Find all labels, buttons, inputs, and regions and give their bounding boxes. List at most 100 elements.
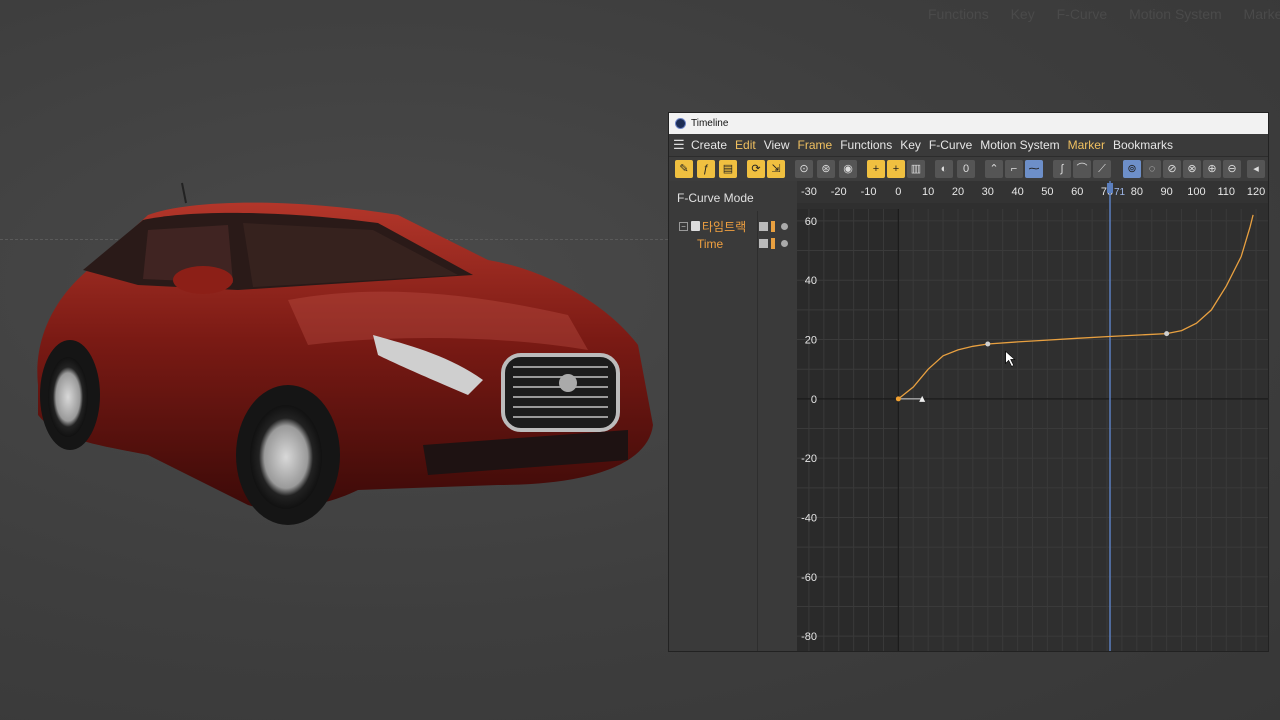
loop-icon[interactable]: ⟳ <box>747 160 765 178</box>
x-tick-label: 20 <box>952 186 964 198</box>
fcurve-graph[interactable]: -30-20-100102030405060708090100110120604… <box>797 181 1268 651</box>
y-tick-label: -40 <box>801 513 817 525</box>
track-state-icon[interactable] <box>759 222 768 231</box>
menu-frame[interactable]: Frame <box>798 134 833 156</box>
eye-icon[interactable]: ◐ <box>935 160 953 178</box>
x-tick-label: -30 <box>801 186 817 198</box>
collapse-icon[interactable]: − <box>679 222 688 231</box>
y-tick-label: 20 <box>805 335 817 347</box>
dopesheet-mode-icon[interactable]: ▤ <box>719 160 737 178</box>
menu-create[interactable]: Create <box>691 134 727 156</box>
spline-flat-icon[interactable]: ⌐ <box>1005 160 1023 178</box>
spline-linear-icon[interactable]: ⁓ <box>1025 160 1043 178</box>
x-tick-label: 30 <box>982 186 994 198</box>
y-tick-label: -60 <box>801 572 817 584</box>
snap-icon[interactable]: ⊛ <box>817 160 835 178</box>
zero-key-icon[interactable]: 0 <box>957 160 975 178</box>
fcurve-line <box>897 214 1254 400</box>
timeline-window[interactable]: Timeline ☰ Create Edit View Frame Functions K… <box>668 112 1269 652</box>
menu-functions[interactable]: Functions <box>840 134 892 156</box>
x-tick-label: 10 <box>922 186 934 198</box>
track-mode-icon[interactable] <box>771 238 775 249</box>
track-object-icon <box>691 221 700 231</box>
y-tick-label: -20 <box>801 453 817 465</box>
panel-divider <box>757 211 758 651</box>
break-tangent-icon[interactable]: ◌ <box>1143 160 1161 178</box>
overshoot-icon[interactable]: ⊖ <box>1223 160 1241 178</box>
record-icon[interactable]: ◉ <box>839 160 857 178</box>
toolbar-more-icon[interactable]: ◂ <box>1247 160 1265 178</box>
x-tick-label: 40 <box>1011 186 1023 198</box>
lock-tangent-icon[interactable]: ⊘ <box>1163 160 1181 178</box>
x-tick-label: 120 <box>1247 186 1265 198</box>
titlebar[interactable]: Timeline <box>669 113 1268 134</box>
track-mode-icon[interactable] <box>771 221 775 232</box>
fcurve-mode-icon[interactable]: ƒ <box>697 160 715 178</box>
hamburger-icon[interactable]: ☰ <box>673 134 685 156</box>
ease-in-icon[interactable]: ⌒ <box>1073 160 1091 178</box>
bg-menu-item: Motion System <box>1129 6 1222 22</box>
spline-peak-icon[interactable]: ⌃ <box>985 160 1003 178</box>
cinema4d-icon <box>675 118 686 129</box>
bg-menu-item: Marke <box>1243 6 1280 22</box>
y-tick-label: 0 <box>811 394 817 406</box>
clamp-icon[interactable]: ⊕ <box>1203 160 1221 178</box>
car-wheel-rear <box>40 340 100 450</box>
ease-icon[interactable]: ∫ <box>1053 160 1071 178</box>
menu-bookmarks[interactable]: Bookmarks <box>1113 134 1173 156</box>
auto-tangent-icon[interactable]: ⊗ <box>1183 160 1201 178</box>
menu-f-curve[interactable]: F-Curve <box>929 134 972 156</box>
track-object-name: 타임트랙 <box>702 220 747 234</box>
ease-out-icon[interactable]: ⟋ <box>1093 160 1111 178</box>
frame-all-icon[interactable]: ⇲ <box>767 160 785 178</box>
fcurve-chart[interactable]: -30-20-100102030405060708090100110120604… <box>797 181 1268 651</box>
tangent-icon[interactable]: ⊚ <box>1123 160 1141 178</box>
x-tick-label: 90 <box>1161 186 1173 198</box>
mode-label: F-Curve Mode <box>677 191 754 205</box>
zoom-icon[interactable]: ⊙ <box>795 160 813 178</box>
x-tick-label: 50 <box>1041 186 1053 198</box>
x-tick-label: 80 <box>1131 186 1143 198</box>
bar-chart-icon[interactable]: ▥ <box>907 160 925 178</box>
track-visibility-icon[interactable] <box>781 240 788 247</box>
playhead-handle <box>1107 183 1114 193</box>
car-mirror <box>173 266 233 294</box>
track-row-param[interactable]: Time <box>669 236 797 252</box>
track-panel: F-Curve Mode − 타임트랙 Time <box>669 181 798 651</box>
x-tick-label: 110 <box>1217 186 1235 198</box>
keyframe-point <box>1164 331 1170 337</box>
menu-view[interactable]: View <box>764 134 790 156</box>
menu-key[interactable]: Key <box>900 134 921 156</box>
menu-marker[interactable]: Marker <box>1068 134 1105 156</box>
keyframe-point <box>895 396 901 402</box>
bg-menu-item: Key <box>1010 6 1035 22</box>
playhead-label: 71 <box>1114 187 1126 198</box>
x-tick-label: -10 <box>861 186 877 198</box>
x-tick-label: 60 <box>1071 186 1083 198</box>
toolbar: ✎ ƒ ▤ ⟳ ⇲ ⊙ ⊛ ◉ + + ▥ ◐ 0 ⌃ ⌐ ⁓ ∫ ⌒ ⟋ ⊚ … <box>669 156 1268 182</box>
bg-menu-item: Functions <box>928 6 989 22</box>
menubar: ☰ Create Edit View Frame Functions Key F-Curve… <box>669 134 1268 156</box>
add-track-icon[interactable]: + <box>887 160 905 178</box>
x-tick-label: 0 <box>895 186 901 198</box>
mouse-cursor-icon <box>1005 350 1016 367</box>
menu-motion-system[interactable]: Motion System <box>980 134 1059 156</box>
toolbar-badge: 0 <box>962 163 970 175</box>
keyframe-point <box>985 341 991 347</box>
y-tick-label: 40 <box>805 275 817 287</box>
y-tick-label: 60 <box>805 216 817 228</box>
x-tick-label: -20 <box>831 186 847 198</box>
track-visibility-icon[interactable] <box>781 223 788 230</box>
bg-menu-item: F-Curve <box>1056 6 1108 22</box>
background-menu: Functions Key F-Curve Motion System Mark… <box>928 6 1280 22</box>
track-param-name: Time <box>697 237 724 251</box>
menu-edit[interactable]: Edit <box>735 134 756 156</box>
track-state-icon[interactable] <box>759 239 768 248</box>
key-mode-icon[interactable]: ✎ <box>675 160 693 178</box>
x-tick-label: 100 <box>1187 186 1205 198</box>
track-row-object[interactable]: − 타임트랙 <box>669 219 797 235</box>
y-tick-label: -80 <box>801 631 817 643</box>
car-model[interactable] <box>28 175 668 540</box>
car-wheel-front <box>236 385 340 525</box>
add-key-icon[interactable]: + <box>867 160 885 178</box>
